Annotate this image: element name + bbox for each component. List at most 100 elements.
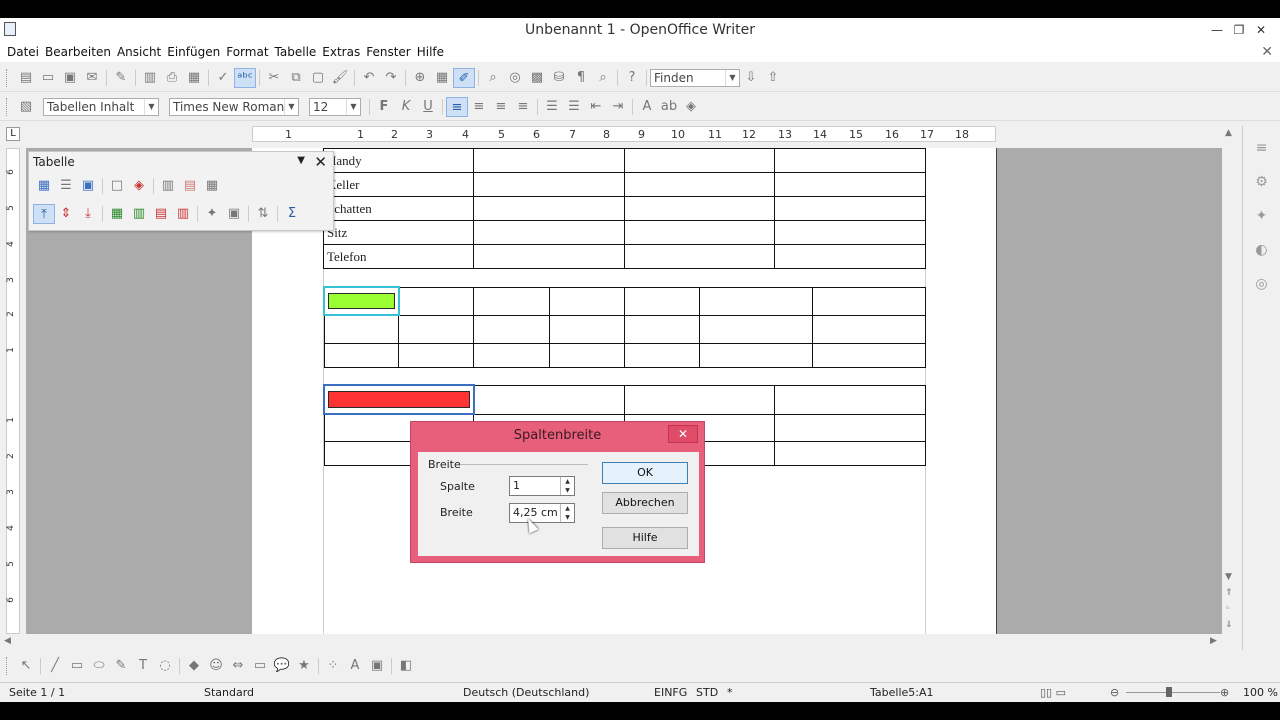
menu-bearbeiten[interactable]: Bearbeiten [42, 45, 114, 59]
open-icon[interactable]: ▭ [37, 68, 59, 88]
navigation-icon[interactable]: ◦ [1225, 604, 1230, 614]
width-spinbox[interactable]: 4,25 cm ▲ ▼ [509, 503, 575, 523]
page-status[interactable]: Seite 1 / 1 [9, 686, 65, 699]
align-top-icon[interactable]: ⤒ [33, 204, 55, 224]
writer-app-icon[interactable] [4, 22, 16, 36]
select-icon[interactable]: ↖ [15, 656, 37, 676]
spin-down-icon[interactable]: ▼ [561, 486, 574, 495]
stars-icon[interactable]: ★ [293, 656, 315, 676]
print-icon[interactable]: ⎙ [161, 68, 183, 88]
menu-ansicht[interactable]: Ansicht [114, 45, 164, 59]
autospellcheck-icon[interactable]: ᵃᵇᶜ [234, 67, 256, 88]
from-file-icon[interactable]: ▣ [366, 656, 388, 676]
cut-icon[interactable]: ✂ [263, 68, 285, 88]
insert-table-icon[interactable]: ▦ [33, 176, 55, 196]
help-button[interactable]: Hilfe [602, 527, 688, 549]
borders-icon[interactable]: □ [106, 176, 128, 196]
styles-formatting-icon[interactable]: ▧ [15, 97, 37, 117]
selection-mode-status[interactable]: STD [696, 686, 718, 699]
sort-icon[interactable]: ⇅ [252, 204, 274, 224]
optimize-icon[interactable]: ▦ [201, 176, 223, 196]
delete-columns-icon[interactable]: ▥ [172, 204, 194, 224]
print-preview-icon[interactable]: ▦ [183, 68, 205, 88]
table-floating-toolbar[interactable]: Tabelle ▼ ✕ ▦ ☰ ▣ □ ◈ ▥ ▤ ▦ ⤒ ⇕ ⤓ ▦ ▥ ▤ … [28, 151, 334, 231]
zoom-slider-handle[interactable] [1166, 687, 1172, 697]
vertical-ruler[interactable]: 6 5 4 3 2 1 1 2 3 4 5 6 [6, 148, 20, 634]
navigator-icon[interactable]: ◎ [504, 68, 526, 88]
chevron-down-icon[interactable]: ▼ [297, 155, 305, 166]
toolbar-grip[interactable] [6, 97, 9, 116]
block-arrows-icon[interactable]: ⇔ [227, 656, 249, 676]
view-layout-icon[interactable]: ▯▯ ▭ [1040, 686, 1066, 699]
table-cell[interactable]: Handy [323, 148, 474, 173]
find-field[interactable]: Finden ▼ [650, 68, 740, 87]
find-replace-icon[interactable]: ⌕ [482, 68, 504, 88]
menu-format[interactable]: Format [223, 45, 271, 59]
export-pdf-icon[interactable]: ▥ [139, 68, 161, 88]
insert-mode-status[interactable]: EINFG [654, 686, 687, 699]
chevron-down-icon[interactable]: ▼ [284, 98, 298, 115]
zoom-icon[interactable]: ⌕ [592, 68, 614, 88]
symbol-shapes-icon[interactable]: ☺ [205, 656, 227, 676]
zoom-in-icon[interactable]: ⊕ [1220, 686, 1229, 699]
find-next-icon[interactable]: ⇩ [740, 68, 762, 88]
properties-icon[interactable]: ⚙ [1250, 170, 1274, 194]
chevron-down-icon[interactable]: ▼ [144, 98, 158, 115]
table-background-icon[interactable]: ◈ [128, 176, 150, 196]
spin-down-icon[interactable]: ▼ [561, 513, 574, 522]
nonprinting-chars-icon[interactable]: ¶ [570, 68, 592, 88]
extrusion-icon[interactable]: ◧ [395, 656, 417, 676]
minimize-button[interactable]: — [1206, 20, 1228, 40]
sum-icon[interactable]: Σ [281, 204, 303, 224]
align-left-icon[interactable]: ≡ [446, 96, 468, 117]
red-cell[interactable] [323, 384, 475, 415]
toolbar-grip[interactable] [6, 657, 9, 675]
rectangle-icon[interactable]: ▭ [66, 656, 88, 676]
ellipse-icon[interactable]: ⬭ [88, 656, 110, 676]
bullets-icon[interactable]: ☰ [563, 97, 585, 117]
font-size-combo[interactable]: 12 ▼ [309, 97, 361, 116]
decrease-indent-icon[interactable]: ⇤ [585, 97, 607, 117]
menu-einfuegen[interactable]: Einfügen [164, 45, 223, 59]
spin-up-icon[interactable]: ▲ [561, 477, 574, 486]
autoformat-icon[interactable]: ✦ [201, 204, 223, 224]
restore-button[interactable]: ❐ [1228, 20, 1250, 40]
callouts-icon[interactable]: 💬 [271, 656, 293, 676]
font-color-icon[interactable]: A [636, 97, 658, 117]
zoom-out-icon[interactable]: ⊖ [1110, 686, 1119, 699]
insert-rows-icon[interactable]: ▦ [106, 204, 128, 224]
menu-extras[interactable]: Extras [319, 45, 363, 59]
hyperlink-icon[interactable]: ⊕ [409, 68, 431, 88]
scroll-right-icon[interactable]: ▶ [1210, 636, 1217, 646]
vertical-scrollbar[interactable]: ▲ ▼ ⇑ ◦ ⇓ [1222, 126, 1238, 634]
freeform-icon[interactable]: ✎ [110, 656, 132, 676]
chevron-down-icon[interactable]: ▼ [346, 98, 360, 115]
word-table[interactable]: Handy Keller Schatten Sitz Telefon [323, 148, 926, 269]
highlighting-icon[interactable]: ab [658, 97, 680, 117]
table-cell[interactable]: Telefon [323, 244, 474, 269]
new-document-icon[interactable]: ▤ [15, 68, 37, 88]
undo-icon[interactable]: ↶ [358, 68, 380, 88]
font-name-combo[interactable]: Times New Roman ▼ [169, 97, 299, 116]
table-cell[interactable]: Schatten [323, 196, 474, 221]
insert-columns-icon[interactable]: ▥ [128, 204, 150, 224]
toolbar-grip[interactable] [6, 68, 9, 87]
align-bottom-icon[interactable]: ⤓ [77, 204, 99, 224]
menu-hilfe[interactable]: Hilfe [414, 45, 447, 59]
redo-icon[interactable]: ↷ [380, 68, 402, 88]
scroll-up-icon[interactable]: ▲ [1225, 128, 1232, 138]
background-color-icon[interactable]: ◈ [680, 97, 702, 117]
fontwork-icon[interactable]: A [344, 656, 366, 676]
numbering-icon[interactable]: ☰ [541, 97, 563, 117]
find-previous-icon[interactable]: ⇧ [762, 68, 784, 88]
justify-icon[interactable]: ≡ [512, 97, 534, 117]
menu-fenster[interactable]: Fenster [363, 45, 414, 59]
scroll-down-icon[interactable]: ▼ [1225, 572, 1232, 582]
split-cells-icon[interactable]: ▤ [179, 176, 201, 196]
bold-button[interactable]: F [373, 97, 395, 117]
menu-datei[interactable]: Datei [4, 45, 42, 59]
tab-stop-selector[interactable]: L [6, 127, 20, 141]
line-style-icon[interactable]: ☰ [55, 176, 77, 196]
table-icon[interactable]: ▦ [431, 68, 453, 88]
center-vertical-icon[interactable]: ⇕ [55, 204, 77, 224]
